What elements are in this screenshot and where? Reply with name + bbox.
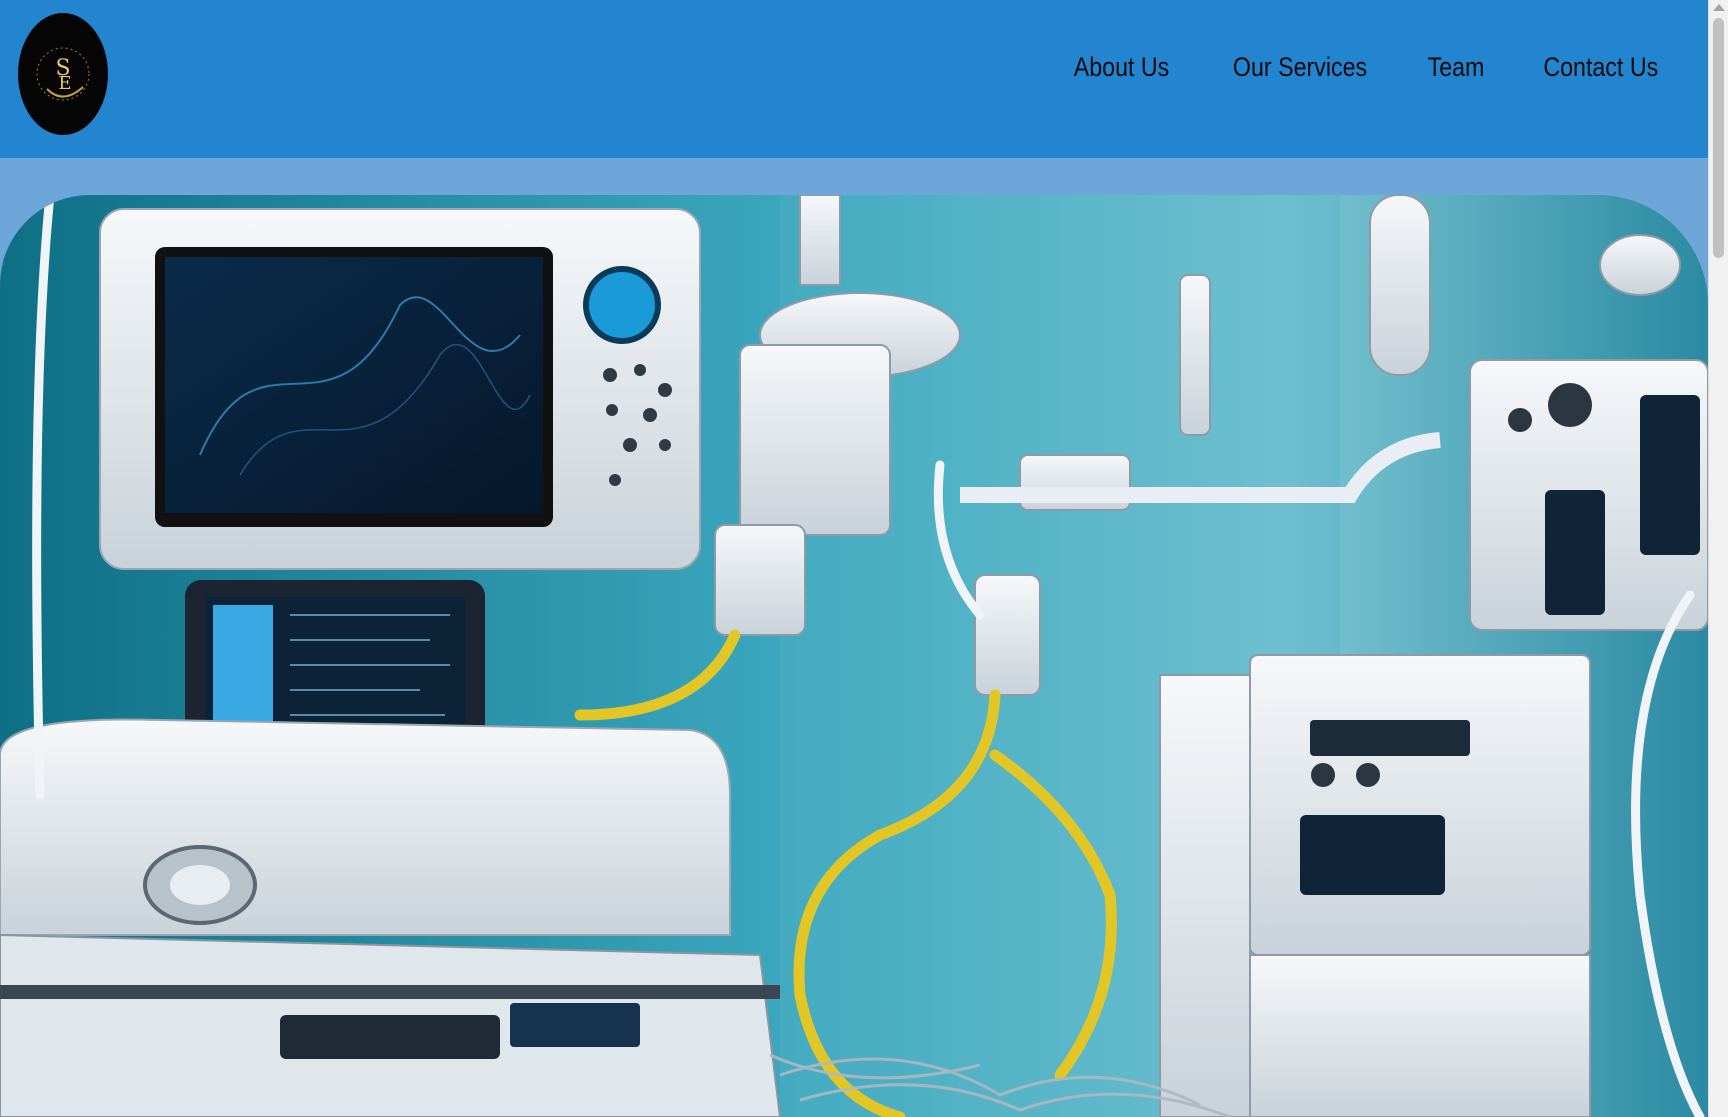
site-header: S E About Us Our Services Team Contact U… — [0, 0, 1708, 158]
machine-base-left — [0, 718, 782, 1117]
nav-team[interactable]: Team — [1428, 52, 1485, 83]
medical-equipment-illustration — [0, 195, 1708, 1117]
nav-about-us[interactable]: About Us — [1074, 52, 1170, 83]
monitor-main — [99, 208, 701, 570]
scroll-up-icon[interactable] — [1713, 4, 1725, 11]
main-nav: About Us Our Services Team Contact Us — [1066, 52, 1668, 83]
se-monogram-logo[interactable]: S E — [18, 13, 108, 135]
page-scrollbar[interactable] — [1708, 0, 1728, 1117]
nav-contact-us[interactable]: Contact Us — [1544, 52, 1659, 83]
svg-text:E: E — [58, 73, 71, 94]
scrollbar-thumb[interactable] — [1713, 18, 1724, 258]
hero-image — [0, 195, 1708, 1117]
nav-our-services[interactable]: Our Services — [1233, 52, 1367, 83]
logo-mark-icon: S E — [36, 47, 90, 101]
